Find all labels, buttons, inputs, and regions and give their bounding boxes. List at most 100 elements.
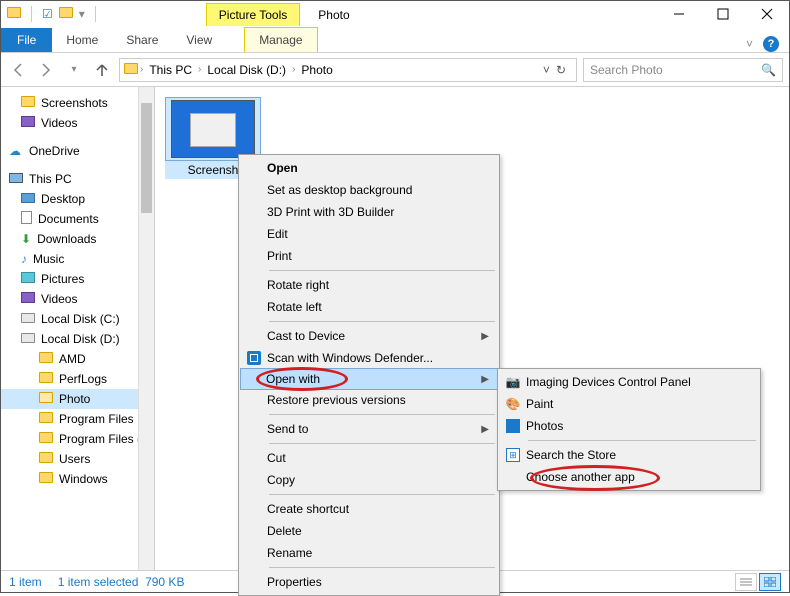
breadcrumb-item[interactable]: Local Disk (D:) (203, 63, 290, 77)
menu-item[interactable]: Open (241, 157, 497, 179)
folder-icon (39, 472, 53, 486)
tree-item[interactable]: Pictures (1, 269, 154, 289)
open-with-submenu[interactable]: 📷Imaging Devices Control Panel🎨PaintPhot… (497, 368, 761, 491)
menu-item[interactable]: Copy (241, 469, 497, 491)
tree-scrollbar[interactable] (138, 87, 154, 570)
menu-item[interactable]: Photos (500, 415, 758, 437)
tree-item-label: Documents (38, 212, 99, 226)
pc-icon (9, 172, 23, 186)
menu-item[interactable]: Delete (241, 520, 497, 542)
tree-item[interactable]: Photo (1, 389, 154, 409)
minimize-button[interactable] (657, 1, 701, 27)
nav-tree[interactable]: Screenshots Videos ☁OneDrive This PC Desktop… (1, 87, 155, 570)
tab-view[interactable]: View (172, 28, 226, 52)
maximize-button[interactable] (701, 1, 745, 27)
menu-item[interactable]: Rotate right (241, 274, 497, 296)
tree-item[interactable]: Videos (1, 289, 154, 309)
tree-item[interactable]: Screenshots (1, 93, 154, 113)
tree-item-label: Program Files ( (59, 432, 141, 446)
menu-item[interactable]: Print (241, 245, 497, 267)
menu-item[interactable]: Properties (241, 571, 497, 593)
search-input[interactable]: Search Photo 🔍 (583, 58, 783, 82)
menu-item-label: 3D Print with 3D Builder (267, 205, 394, 219)
close-button[interactable] (745, 1, 789, 27)
tree-item-label: Screenshots (41, 96, 108, 110)
tree-item[interactable]: Desktop (1, 189, 154, 209)
breadcrumb-root-icon[interactable] (124, 63, 138, 77)
menu-item[interactable]: 📷Imaging Devices Control Panel (500, 371, 758, 393)
menu-item[interactable]: Rotate left (241, 296, 497, 318)
breadcrumb-item[interactable]: This PC (145, 63, 196, 77)
menu-item-label: Restore previous versions (267, 393, 406, 407)
video-icon (21, 116, 35, 130)
submenu-arrow-icon: ▶ (481, 374, 489, 385)
refresh-icon[interactable]: ↻ (556, 63, 566, 77)
menu-item[interactable]: Set as desktop background (241, 179, 497, 201)
tree-item-label: Desktop (41, 192, 85, 206)
menu-item-label: Cut (267, 451, 286, 465)
tree-item[interactable]: Windows (1, 469, 154, 489)
chevron-right-icon[interactable]: › (198, 64, 201, 75)
ribbon-expand-icon[interactable]: ˅ (746, 37, 753, 51)
tree-item[interactable]: ♪Music (1, 249, 154, 269)
tree-item-label: Downloads (37, 232, 96, 246)
tree-item[interactable]: Program Files ( (1, 429, 154, 449)
view-thumbnails-button[interactable] (759, 573, 781, 591)
menu-item[interactable]: Choose another app (500, 466, 758, 488)
tree-item[interactable]: Documents (1, 209, 154, 229)
back-button[interactable] (7, 59, 29, 81)
menu-item[interactable]: Restore previous versions (241, 389, 497, 411)
menu-item[interactable]: 3D Print with 3D Builder (241, 201, 497, 223)
tree-item[interactable]: Users (1, 449, 154, 469)
menu-item[interactable]: Send to▶ (241, 418, 497, 440)
tree-item[interactable]: This PC (1, 169, 154, 189)
desktop-icon (21, 192, 35, 206)
menu-item-label: Set as desktop background (267, 183, 412, 197)
tree-item[interactable]: AMD (1, 349, 154, 369)
view-details-button[interactable] (735, 573, 757, 591)
qat-properties-icon[interactable]: ☑ (42, 7, 53, 21)
tree-item-label: Local Disk (C:) (41, 312, 120, 326)
tab-manage[interactable]: Manage (244, 27, 317, 52)
menu-item[interactable]: Cast to Device▶ (241, 325, 497, 347)
menu-item[interactable]: 🎨Paint (500, 393, 758, 415)
tree-item[interactable]: Local Disk (C:) (1, 309, 154, 329)
tree-item[interactable]: Program Files (1, 409, 154, 429)
breadcrumb-item[interactable]: Photo (297, 63, 336, 77)
folder-open-icon (39, 392, 53, 406)
folder-icon (21, 96, 35, 110)
breadcrumb-dropdown-icon[interactable]: ˅ (543, 63, 550, 77)
menu-item[interactable]: Create shortcut (241, 498, 497, 520)
tree-item[interactable]: Videos (1, 113, 154, 133)
qat-customize-icon[interactable]: ▾ (79, 7, 85, 21)
file-thumbnail[interactable] (165, 97, 261, 161)
forward-button[interactable] (35, 59, 57, 81)
qat-newfolder-icon[interactable] (59, 7, 73, 21)
tree-item[interactable]: Local Disk (D:) (1, 329, 154, 349)
context-menu[interactable]: Open Set as desktop background 3D Print wi… (238, 154, 500, 596)
tree-item-label: Music (33, 252, 64, 266)
chevron-right-icon[interactable]: › (292, 64, 295, 75)
chevron-right-icon[interactable]: › (140, 64, 143, 75)
menu-item[interactable]: Rename (241, 542, 497, 564)
tree-item[interactable]: ⬇Downloads (1, 229, 154, 249)
tab-share[interactable]: Share (112, 28, 172, 52)
menu-item[interactable]: Cut (241, 447, 497, 469)
menu-item-label: Properties (267, 575, 322, 589)
menu-item[interactable]: Edit (241, 223, 497, 245)
menu-item[interactable]: ⊞Search the Store (500, 444, 758, 466)
menu-item-label: Copy (267, 473, 295, 487)
menu-item[interactable]: Scan with Windows Defender... (241, 347, 497, 369)
up-button[interactable] (91, 59, 113, 81)
help-icon[interactable]: ? (763, 36, 779, 52)
tree-item[interactable]: ☁OneDrive (1, 141, 154, 161)
breadcrumb[interactable]: › This PC › Local Disk (D:) › Photo ˅ ↻ (119, 58, 577, 82)
status-selected-count: 1 item selected (58, 575, 139, 589)
qat-folder-icon[interactable] (7, 7, 21, 21)
tab-file[interactable]: File (1, 28, 52, 52)
tree-item[interactable]: PerfLogs (1, 369, 154, 389)
folder-icon (39, 372, 53, 386)
menu-item[interactable]: Open with▶ (240, 368, 498, 390)
recent-dropdown-icon[interactable]: ▾ (63, 59, 85, 81)
tab-home[interactable]: Home (52, 28, 112, 52)
